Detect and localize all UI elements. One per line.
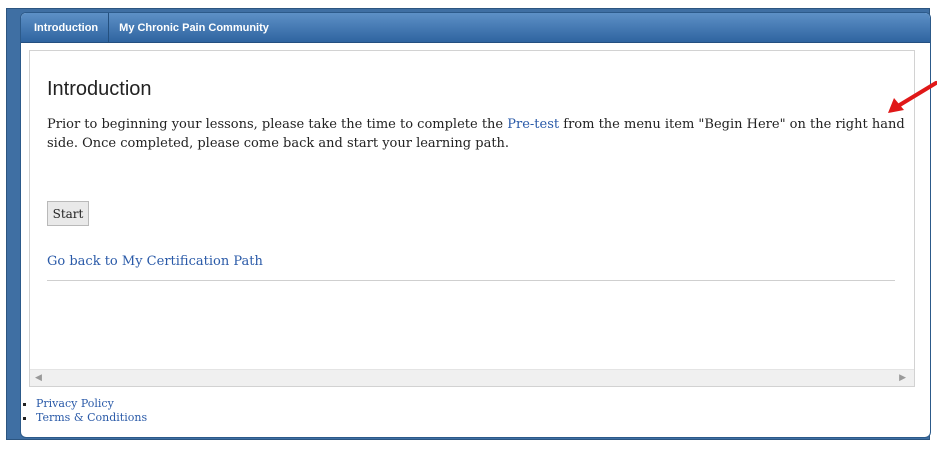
tab-bar: Introduction My Chronic Pain Community [21,13,930,43]
instructions-part1: Prior to beginning your lessons, please … [47,117,508,132]
privacy-policy-link[interactable]: Privacy Policy [36,397,114,411]
bullet-icon [23,402,26,406]
content-area: Introduction Prior to beginning your les… [29,50,915,387]
scroll-right-arrow-icon[interactable]: ▶ [899,373,906,383]
tab-my-chronic-pain-community[interactable]: My Chronic Pain Community [109,13,279,42]
instructions-text: Prior to beginning your lessons, please … [47,115,907,153]
bullet-icon [23,416,26,420]
pretest-link[interactable]: Pre-test [507,117,559,132]
footer-item: Terms & Conditions [21,411,147,425]
terms-conditions-link[interactable]: Terms & Conditions [36,411,147,425]
page-title: Introduction [47,78,152,100]
footer-item: Privacy Policy [21,397,147,411]
horizontal-scrollbar[interactable]: ◀ ▶ [30,369,914,386]
start-button[interactable]: Start [47,201,89,226]
tab-introduction[interactable]: Introduction [21,13,110,42]
footer-links: Privacy Policy Terms & Conditions [21,397,147,425]
back-to-certification-path-link[interactable]: Go back to My Certification Path [47,254,263,269]
divider [47,280,895,281]
red-arrow-icon [888,81,937,113]
main-panel: Introduction My Chronic Pain Community I… [20,12,931,438]
scroll-left-arrow-icon[interactable]: ◀ [35,373,42,383]
